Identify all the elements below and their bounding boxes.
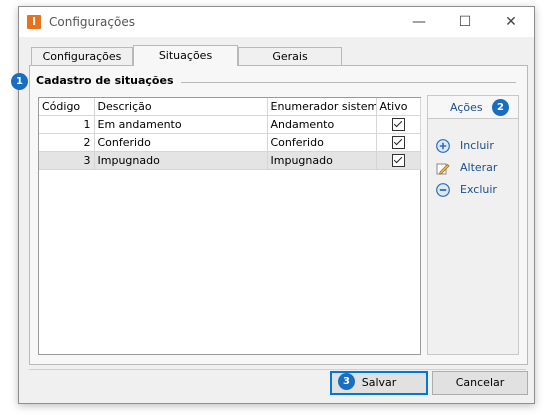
- column-header-enumerador[interactable]: Enumerador sistema: [267, 98, 377, 116]
- tab-configuracoes[interactable]: Configurações: [31, 47, 133, 65]
- save-button-label: Salvar: [361, 376, 397, 389]
- situacoes-table: Código Descrição Enumerador sistema Ativ…: [39, 98, 421, 170]
- situacoes-grid[interactable]: Código Descrição Enumerador sistema Ativ…: [38, 97, 421, 355]
- actions-header: Ações 2: [428, 96, 518, 119]
- cell-enumerador: Conferido: [267, 133, 377, 152]
- cell-ativo: [376, 133, 421, 152]
- callout-badge-1: 1: [11, 73, 28, 90]
- footer-divider: [29, 369, 526, 370]
- column-header-descricao[interactable]: Descrição: [94, 98, 268, 116]
- incluir-label: Incluir: [460, 139, 494, 152]
- actions-panel: Ações 2 Incluir Alterar Excluir: [427, 95, 519, 355]
- app-logo-icon: I: [27, 15, 41, 29]
- configuracoes-window: I Configurações — ☐ ✕ Configurações Situ…: [11, 6, 535, 404]
- maximize-button[interactable]: ☐: [442, 7, 488, 37]
- cancel-button[interactable]: Cancelar: [432, 371, 528, 395]
- ativo-checkbox[interactable]: [391, 154, 405, 168]
- table-row[interactable]: 1 Em andamento Andamento: [39, 115, 421, 134]
- cell-ativo: [376, 115, 421, 134]
- close-button[interactable]: ✕: [488, 7, 534, 37]
- ativo-checkbox[interactable]: [391, 118, 405, 132]
- remove-circle-icon: [436, 183, 450, 197]
- title-bar: I Configurações — ☐ ✕: [19, 7, 534, 37]
- tab-situacoes[interactable]: Situações: [133, 45, 238, 66]
- ativo-checkbox[interactable]: [391, 136, 405, 150]
- cell-ativo: [376, 151, 421, 170]
- minimize-button[interactable]: —: [396, 7, 442, 37]
- tab-gerais[interactable]: Gerais: [238, 47, 342, 65]
- cell-codigo: 1: [39, 115, 95, 134]
- group-title: Cadastro de situações: [36, 74, 174, 87]
- table-row[interactable]: 3 Impugnado Impugnado: [39, 151, 421, 170]
- cell-descricao: Em andamento: [94, 115, 268, 134]
- pencil-icon: [436, 163, 450, 175]
- actions-title: Ações: [450, 101, 483, 114]
- table-header-row: Código Descrição Enumerador sistema Ativ…: [39, 98, 421, 116]
- cell-codigo: 3: [39, 151, 95, 170]
- column-header-ativo[interactable]: Ativo: [376, 98, 421, 116]
- add-circle-icon: [436, 139, 450, 153]
- cell-codigo: 2: [39, 133, 95, 152]
- window-title: Configurações: [49, 15, 135, 29]
- callout-badge-2: 2: [492, 99, 509, 116]
- excluir-label: Excluir: [460, 183, 497, 196]
- callout-badge-3: 3: [338, 373, 355, 390]
- cell-descricao: Conferido: [94, 133, 268, 152]
- cell-enumerador: Impugnado: [267, 151, 377, 170]
- cell-descricao: Impugnado: [94, 151, 268, 170]
- table-row[interactable]: 2 Conferido Conferido: [39, 133, 421, 152]
- cell-enumerador: Andamento: [267, 115, 377, 134]
- cancel-button-label: Cancelar: [455, 376, 505, 389]
- alterar-label: Alterar: [460, 161, 498, 174]
- column-header-codigo[interactable]: Código: [39, 98, 95, 116]
- group-divider: [181, 82, 516, 83]
